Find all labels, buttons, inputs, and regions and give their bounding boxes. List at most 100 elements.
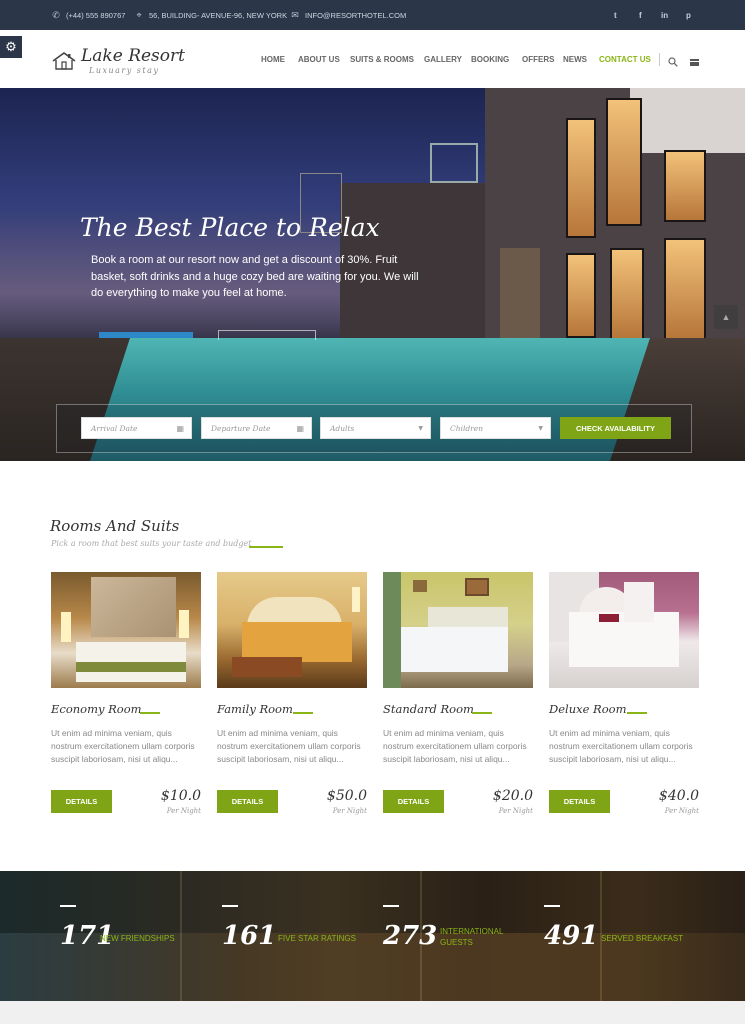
room-photo[interactable]	[383, 572, 533, 688]
nav-booking[interactable]: BOOKING	[471, 55, 509, 64]
counter-value: 161	[222, 921, 277, 951]
counter-label: SERVED BREAKFAST	[601, 934, 684, 943]
email-info[interactable]: ✉ INFO@RESORTHOTEL.COM	[290, 0, 406, 30]
room-price: $10.0	[160, 788, 201, 804]
hero-doorway	[500, 248, 540, 338]
house-icon	[52, 52, 76, 70]
room-price: $50.0	[326, 788, 367, 804]
room-card: Economy Room Ut enim ad minima veniam, q…	[51, 572, 201, 822]
top-bar: ✆ (+44) 555 890767 ⌖ 56, BUILDING- AVENU…	[0, 0, 745, 30]
footer-strip	[0, 1001, 745, 1024]
room-title[interactable]: Deluxe Room	[549, 702, 626, 716]
section-divider	[249, 546, 283, 548]
counter-dash	[60, 905, 76, 907]
hero-canopy	[630, 88, 745, 153]
counter-dash	[222, 905, 238, 907]
per-night-label: Per Night	[166, 807, 201, 815]
hero-rooftop-frame	[430, 143, 478, 183]
address-text: 56, BUILDING- AVENUE-96, NEW YORK	[149, 10, 288, 20]
logo-name: Lake Resort	[81, 46, 185, 66]
calendar-icon: ▦	[176, 424, 184, 433]
address-info: ⌖ 56, BUILDING- AVENUE-96, NEW YORK	[134, 0, 287, 30]
nav-news[interactable]: NEWS	[563, 55, 587, 64]
phone-text: (+44) 555 890767	[66, 10, 126, 20]
room-description: Ut enim ad minima veniam, quis nostrum e…	[549, 728, 693, 764]
check-availability-button[interactable]: CHECK AVAILABILITY	[560, 417, 671, 439]
search-icon[interactable]	[668, 57, 678, 67]
hero-title: The Best Place to Relax	[80, 213, 380, 242]
slider-next-arrow-icon[interactable]: ▲	[714, 305, 738, 329]
hero-window	[566, 118, 596, 238]
hero-window	[664, 150, 706, 222]
site-logo[interactable]: Lake Resort Luxuary stay	[51, 46, 185, 77]
children-select[interactable]: Children ▼	[440, 417, 551, 439]
hero-window	[566, 253, 596, 338]
linkedin-icon[interactable]: in	[661, 0, 668, 30]
email-text[interactable]: INFO@RESORTHOTEL.COM	[305, 11, 406, 20]
room-title-underline	[627, 712, 647, 714]
room-description: Ut enim ad minima veniam, quis nostrum e…	[217, 728, 361, 764]
adults-select[interactable]: Adults ▼	[320, 417, 431, 439]
departure-date-placeholder: Departure Date	[211, 423, 271, 433]
room-title[interactable]: Standard Room	[383, 702, 474, 716]
details-button[interactable]: DETAILS	[217, 790, 278, 813]
hero-cta-bar[interactable]	[99, 332, 193, 338]
room-photo[interactable]	[549, 572, 699, 688]
adults-placeholder: Adults	[330, 423, 355, 433]
room-photo[interactable]	[217, 572, 367, 688]
nav-gallery[interactable]: GALLERY	[424, 55, 462, 64]
booking-form: Arrival Date ▦ Departure Date ▦ Adults ▼…	[56, 404, 692, 453]
counter-label: INTERNATIONAL GUESTS	[440, 927, 504, 947]
hero-slider: The Best Place to Relax Book a room at o…	[0, 88, 745, 461]
nav-offers[interactable]: OFFERS	[522, 55, 554, 64]
details-button[interactable]: DETAILS	[549, 790, 610, 813]
nav-contact-us[interactable]: CONTACT US	[599, 55, 651, 64]
map-pin-icon: ⌖	[136, 9, 142, 20]
details-button[interactable]: DETAILS	[51, 790, 112, 813]
details-button[interactable]: DETAILS	[383, 790, 444, 813]
room-card: Family Room Ut enim ad minima veniam, qu…	[217, 572, 367, 822]
children-placeholder: Children	[450, 423, 484, 433]
room-description: Ut enim ad minima veniam, quis nostrum e…	[51, 728, 195, 764]
hero-window	[664, 238, 706, 340]
pinterest-icon[interactable]: p	[686, 0, 691, 30]
hamburger-menu-icon[interactable]	[690, 59, 699, 66]
nav-home[interactable]: HOME	[261, 55, 285, 64]
hero-description: Book a room at our resort now and get a …	[91, 254, 419, 299]
dropdown-arrow-icon: ▼	[418, 425, 423, 432]
room-card: Deluxe Room Ut enim ad minima veniam, qu…	[549, 572, 699, 822]
site-header: Lake Resort Luxuary stay HOME ABOUT US S…	[0, 30, 745, 88]
room-title[interactable]: Economy Room	[51, 702, 142, 716]
hero-secondary-bar[interactable]	[218, 330, 316, 340]
nav-suits-rooms[interactable]: SUITS & ROOMS	[350, 55, 414, 64]
counters-beam	[180, 871, 182, 1001]
hero-window	[606, 98, 642, 226]
counter-dash	[383, 905, 399, 907]
room-title-underline	[140, 712, 160, 714]
arrival-date-field[interactable]: Arrival Date ▦	[81, 417, 192, 439]
facebook-icon[interactable]: f	[639, 0, 642, 30]
rooms-section-subtitle: Pick a room that best suits your taste a…	[51, 539, 252, 548]
per-night-label: Per Night	[332, 807, 367, 815]
nav-divider	[659, 53, 660, 66]
envelope-icon: ✉	[291, 9, 299, 20]
room-title-underline	[472, 712, 492, 714]
settings-gear-icon[interactable]: ⚙	[0, 36, 22, 58]
room-card: Standard Room Ut enim ad minima veniam, …	[383, 572, 533, 822]
dropdown-arrow-icon: ▼	[538, 425, 543, 432]
room-photo[interactable]	[51, 572, 201, 688]
twitter-icon[interactable]: t	[614, 0, 617, 30]
hero-window	[610, 248, 644, 340]
logo-tagline: Luxuary stay	[89, 66, 160, 75]
room-title-underline	[293, 712, 313, 714]
nav-about-us[interactable]: ABOUT US	[298, 55, 340, 64]
counter-dash	[544, 905, 560, 907]
phone-info: ✆ (+44) 555 890767	[51, 0, 125, 30]
calendar-icon: ▦	[296, 424, 304, 433]
room-price: $20.0	[492, 788, 533, 804]
stats-counters: 171 NEW FRIENDSHIPS 161 FIVE STAR RATING…	[0, 871, 745, 1001]
departure-date-field[interactable]: Departure Date ▦	[201, 417, 312, 439]
room-description: Ut enim ad minima veniam, quis nostrum e…	[383, 728, 527, 764]
phone-icon: ✆	[52, 9, 60, 20]
room-title[interactable]: Family Room	[217, 702, 293, 716]
